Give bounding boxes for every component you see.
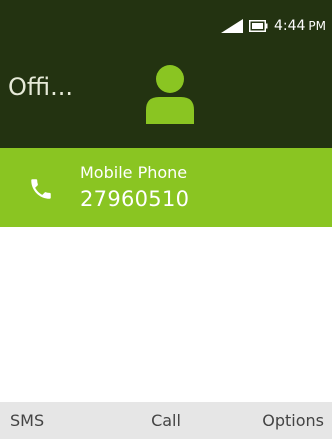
contact-name: Offi...	[8, 73, 73, 101]
phone-icon	[28, 176, 54, 202]
status-time-value: 4:44	[273, 18, 306, 34]
phone-number: 27960510	[80, 187, 190, 211]
contact-detail-screen: 4:44 PM Offi... Mobile Phone 27960510 SMS…	[0, 0, 332, 439]
person-icon	[144, 64, 196, 124]
signal-icon	[220, 19, 243, 33]
status-bar: 4:44 PM	[220, 16, 326, 36]
status-time-ampm: PM	[308, 19, 326, 33]
status-time: 4:44 PM	[274, 16, 326, 36]
options-softkey[interactable]: Options	[262, 402, 324, 439]
phone-type-label: Mobile Phone	[80, 163, 188, 182]
contact-header: 4:44 PM Offi...	[0, 0, 332, 148]
softkey-bar: SMS Call Options	[0, 402, 332, 439]
phone-number-item[interactable]: Mobile Phone 27960510	[0, 148, 332, 227]
battery-icon	[248, 20, 268, 32]
